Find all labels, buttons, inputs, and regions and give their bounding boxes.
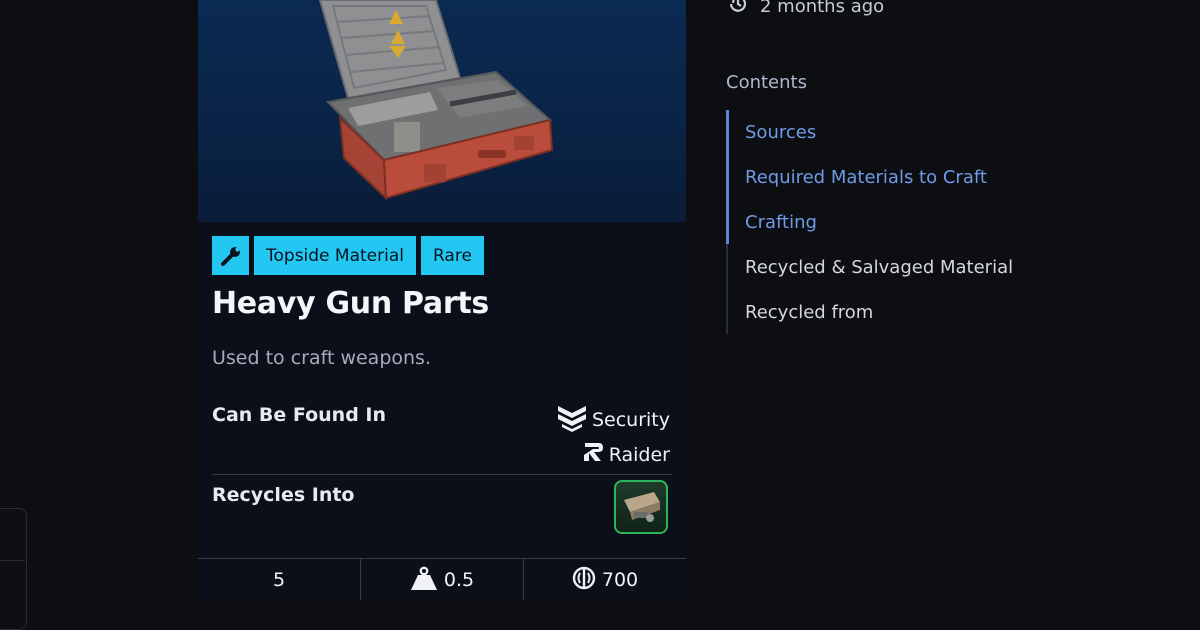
toc-link-recycled-from[interactable]: Recycled from <box>745 302 873 323</box>
found-in-raider[interactable]: Raider <box>556 437 670 472</box>
item-tags: Topside Material Rare <box>212 236 484 275</box>
tag-rarity[interactable]: Rare <box>420 236 484 275</box>
stat-value: 700 <box>524 559 686 600</box>
wrench-icon <box>212 236 249 275</box>
stack-size-value: 5 <box>272 569 286 591</box>
recycle-output-item[interactable] <box>614 480 668 534</box>
gun-parts-case-illustration <box>318 0 554 201</box>
item-card: Topside Material Rare Heavy Gun Parts Us… <box>198 0 686 600</box>
toc-rail-active <box>726 110 729 244</box>
recycles-into-label: Recycles Into <box>212 484 355 506</box>
side-panel-edge <box>0 508 27 630</box>
toc-link-recycled-salvaged[interactable]: Recycled & Salvaged Material <box>745 257 1013 278</box>
toc-link-crafting[interactable]: Crafting <box>745 212 817 233</box>
item-name: Heavy Gun Parts <box>212 286 489 321</box>
security-chevrons-icon <box>556 402 588 437</box>
toc-link-sources[interactable]: Sources <box>745 122 816 143</box>
toc-link-required-materials[interactable]: Required Materials to Craft <box>745 167 987 188</box>
toc-title: Contents <box>726 72 807 93</box>
found-in-list: Security Raider <box>556 402 670 472</box>
item-stats: 5 0.5 700 <box>198 558 686 600</box>
stat-stack-size: 5 <box>198 559 361 600</box>
section-divider <box>212 474 672 475</box>
found-in-label: Can Be Found In <box>212 404 387 426</box>
last-updated: 2 months ago <box>726 0 884 21</box>
raider-icon <box>581 440 605 469</box>
found-in-raider-label: Raider <box>608 443 670 466</box>
found-in-security-label: Security <box>591 408 670 431</box>
weight-value: 0.5 <box>443 569 475 591</box>
item-image <box>198 0 686 222</box>
mechanical-parts-icon <box>624 492 660 522</box>
found-in-security[interactable]: Security <box>556 402 670 437</box>
coin-icon <box>572 566 596 595</box>
value-amount: 700 <box>601 569 639 591</box>
weight-icon <box>410 566 438 595</box>
tag-topside-material[interactable]: Topside Material <box>254 236 416 275</box>
history-icon <box>726 0 750 21</box>
stat-weight: 0.5 <box>361 559 524 600</box>
item-description: Used to craft weapons. <box>212 347 431 369</box>
last-updated-text: 2 months ago <box>760 0 885 17</box>
side-panel-divider <box>0 560 25 561</box>
